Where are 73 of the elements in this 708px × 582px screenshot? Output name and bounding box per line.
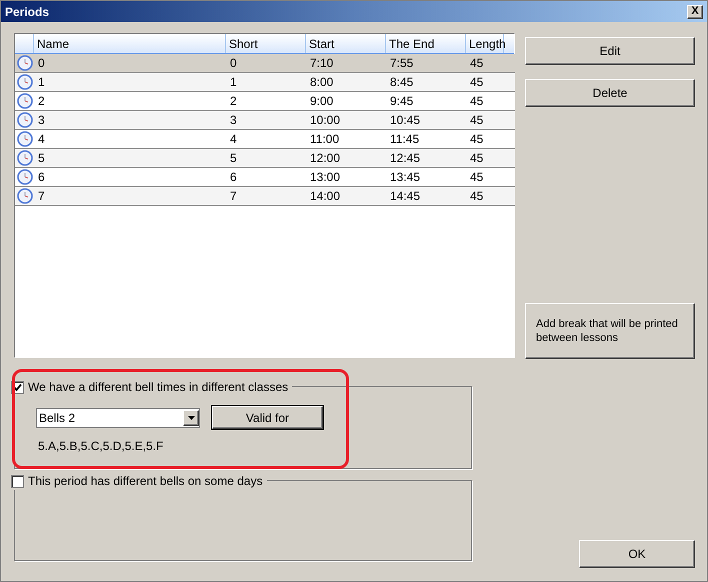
add-break-button[interactable]: Add break that will be printed between lessons: [525, 303, 695, 359]
table-cell-text: 8:45: [389, 74, 414, 91]
table-cell-text: 5: [37, 150, 46, 167]
delete-button[interactable]: Delete: [525, 79, 695, 107]
clock-icon: [16, 112, 32, 128]
table-cell-text: 4: [37, 131, 46, 148]
window-title: Periods: [5, 4, 50, 20]
table-cell-text: 45: [469, 169, 484, 186]
column-header[interactable]: Length: [466, 34, 504, 53]
table-cell-text: 11:45: [389, 131, 420, 148]
table-cell-text: 7:55: [389, 55, 414, 72]
table-cell-text: 45: [469, 112, 484, 129]
table-cell-text: 3: [229, 112, 238, 129]
edit-button[interactable]: Edit: [525, 37, 695, 65]
table-cell-text: 6: [229, 169, 238, 186]
table-cell-text: 2: [229, 93, 238, 110]
table-cell-text: 45: [469, 131, 484, 148]
table-cell-text: 45: [469, 74, 484, 91]
bells-dropdown[interactable]: Bells 2: [36, 408, 200, 428]
table-cell-text: 45: [469, 150, 484, 167]
table-cell-text: 7:10: [309, 55, 334, 72]
table-row[interactable]: 6 6 13:00 13:45 45: [15, 168, 515, 187]
column-header[interactable]: The End: [386, 34, 466, 53]
table-cell-text: 12:00: [309, 150, 342, 167]
table-cell-text: 45: [469, 55, 484, 72]
table-row[interactable]: 5 5 12:00 12:45 45: [15, 149, 515, 168]
clock-icon: [16, 169, 32, 185]
clock-icon: [16, 131, 32, 147]
table-cell-text: 13:45: [389, 169, 422, 186]
table-cell-text: 45: [469, 93, 484, 110]
table-cell-text: 7: [37, 188, 46, 205]
checkbox[interactable]: [11, 474, 24, 488]
table-cell-text: 1: [37, 74, 46, 91]
table-cell-text: 2: [37, 93, 46, 110]
table-cell-text: 13:00: [309, 169, 342, 186]
table-cell-text: 7: [229, 188, 238, 205]
valid-for-button[interactable]: Valid for: [212, 406, 323, 429]
checkbox-label[interactable]: This period has different bells on some days: [28, 472, 263, 490]
checkbox-label[interactable]: We have a different bell times in different classes: [28, 378, 288, 396]
table-cell-text: 9:00: [309, 93, 334, 110]
table-cell-text: 1: [229, 74, 238, 91]
close-button[interactable]: X: [687, 4, 703, 18]
column-header[interactable]: Name: [34, 34, 226, 53]
table-cell-text: 12:45: [389, 150, 422, 167]
column-header[interactable]: Short: [226, 34, 306, 53]
table-cell-text: 9:45: [389, 93, 414, 110]
table-cell-text: 4: [229, 131, 238, 148]
table-row[interactable]: 7 7 14:00 14:45 45: [15, 187, 515, 206]
table-row[interactable]: 2 2 9:00 9:45 45: [15, 92, 515, 111]
class-list: 5.A,5.B,5.C,5.D,5.E,5.F: [38, 437, 471, 455]
table-cell-text: 6: [37, 169, 46, 186]
clock-icon: [16, 150, 32, 166]
clock-icon: [16, 93, 32, 109]
table-cell-text: 0: [37, 55, 46, 72]
table-cell-text: 5: [229, 150, 238, 167]
table-cell-text: 11:00: [309, 131, 340, 148]
clock-icon: [16, 188, 32, 204]
table-cell-text: 14:00: [309, 188, 342, 205]
table-row[interactable]: 3 3 10:00 10:45 45: [15, 111, 515, 130]
table-row[interactable]: 0 0 7:10 7:55 45: [15, 54, 515, 73]
ok-button[interactable]: OK: [579, 540, 695, 568]
clock-icon: [16, 55, 32, 71]
table-cell-text: 10:00: [309, 112, 342, 129]
table-row[interactable]: 4 4 11:00 11:45 45: [15, 130, 515, 149]
column-header[interactable]: Start: [306, 34, 386, 53]
table-cell-text: 14:45: [389, 188, 422, 205]
table-row[interactable]: 1 1 8:00 8:45 45: [15, 73, 515, 92]
table-cell-text: 0: [229, 55, 238, 72]
clock-icon: [16, 74, 32, 90]
table-cell-text: 3: [37, 112, 46, 129]
table-cell-text: 45: [469, 188, 484, 205]
table-cell-text: 8:00: [309, 74, 334, 91]
table-cell-text: 10:45: [389, 112, 422, 129]
